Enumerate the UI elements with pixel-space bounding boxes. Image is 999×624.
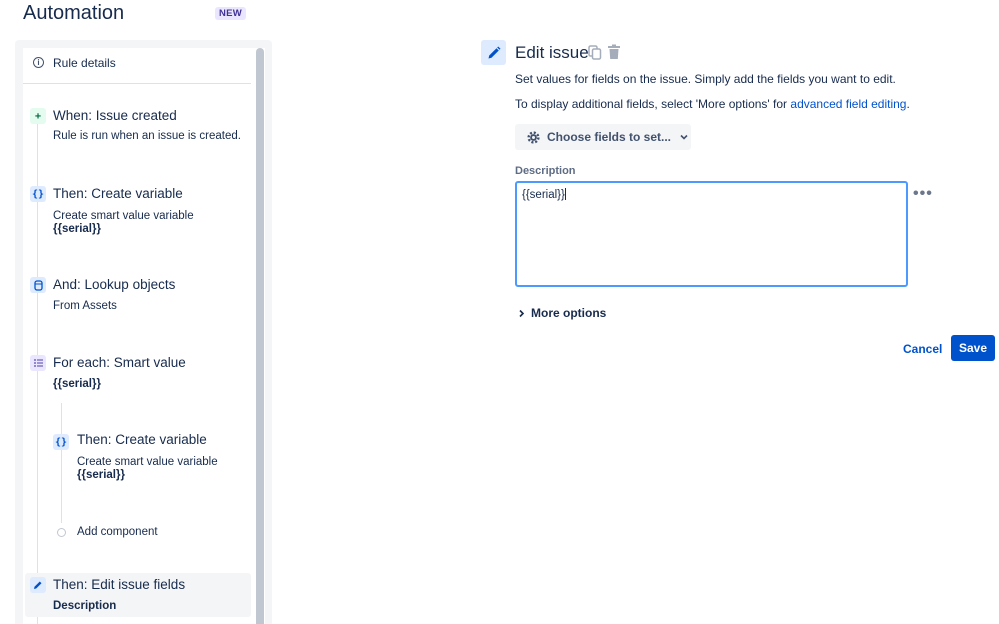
step-value: {{serial}} [77,469,125,481]
more-options-toggle[interactable]: More options [517,306,606,320]
step-title: When: Issue created [53,108,177,123]
rule-details-label: Rule details [53,56,116,70]
copy-icon[interactable] [588,45,602,60]
braces-icon: {} [53,434,69,450]
step-nested-create-variable[interactable]: {} Then: Create variable Create smart va… [23,424,251,484]
sidebar-scrollbar[interactable] [256,48,264,624]
description-field-value: {{serial}} [522,189,565,201]
step-title: For each: Smart value [53,355,186,370]
more-actions-icon[interactable]: ••• [913,185,933,203]
step-subtitle: Create smart value variable [77,456,218,468]
description-field-label: Description [515,165,576,177]
save-button[interactable]: Save [951,335,995,361]
braces-icon: {} [30,186,46,202]
panel-title: Edit issue [515,43,589,62]
list-icon [30,355,46,371]
add-component-link[interactable]: Add component [77,526,158,538]
new-badge: NEW [215,7,247,20]
step-edit-issue-fields[interactable]: Then: Edit issue fields Description [25,573,251,617]
step-trigger[interactable]: + When: Issue created Rule is run when a… [23,100,251,148]
step-title: Then: Create variable [77,432,207,447]
step-create-variable[interactable]: {} Then: Create variable Create smart va… [23,178,251,238]
info-icon: i [33,57,44,68]
pencil-icon [30,577,46,593]
step-title: Then: Edit issue fields [53,577,186,592]
gear-icon [527,130,540,144]
database-icon [30,277,46,293]
step-title: And: Lookup objects [53,277,176,292]
step-title: Then: Create variable [53,186,183,201]
panel-description: Set values for fields on the issue. Simp… [515,72,896,86]
step-value: Description [53,600,117,612]
rule-details-item[interactable]: i Rule details [23,48,251,84]
cancel-button[interactable]: Cancel [898,336,947,362]
step-subtitle: From Assets [53,300,117,312]
plus-icon: + [30,108,46,124]
pencil-icon [481,40,506,65]
page-title: Automation [23,2,125,24]
chevron-down-icon [680,134,688,140]
add-component-dot[interactable] [57,528,66,537]
step-subtitle: Rule is run when an issue is created. [53,130,241,142]
rule-sidebar: i Rule details + When: Issue created Rul… [15,40,272,624]
rule-steps-list: i Rule details + When: Issue created Rul… [23,48,265,624]
step-lookup-objects[interactable]: And: Lookup objects From Assets [23,269,251,317]
choose-fields-label: Choose fields to set... [547,130,672,144]
choose-fields-button[interactable]: Choose fields to set... [515,124,691,150]
description-field[interactable]: {{serial}} [515,181,908,287]
trash-icon[interactable] [607,44,621,60]
chevron-right-icon [519,309,525,317]
step-for-each[interactable]: For each: Smart value {{serial}} [23,347,251,395]
step-value: {{serial}} [53,223,101,235]
step-subtitle: Create smart value variable [53,210,194,222]
advanced-field-editing-link[interactable]: advanced field editing [790,97,906,111]
additional-fields-suffix: . [906,97,910,111]
step-value: {{serial}} [53,378,101,390]
additional-fields-note: To display additional fields, select 'Mo… [515,97,910,111]
text-caret [564,188,566,200]
additional-fields-text: To display additional fields, select 'Mo… [515,97,791,111]
more-options-label: More options [531,306,607,320]
